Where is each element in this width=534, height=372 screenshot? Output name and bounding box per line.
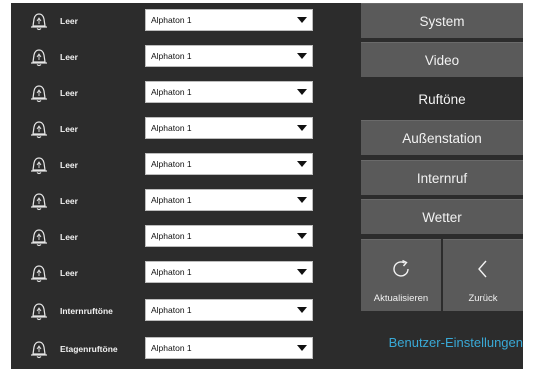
ringtone-select[interactable]: Alphaton 1: [145, 299, 313, 321]
menu-video-button[interactable]: Video: [361, 42, 523, 77]
ringtone-select-value: Alphaton 1: [151, 267, 192, 277]
caret-down-icon: [297, 197, 307, 203]
chevron-left-icon: [472, 258, 494, 285]
ringtone-select-value: Alphaton 1: [151, 51, 192, 61]
settings-screen: Leer Alphaton 1 Leer Alphaton 1 Leer Alp…: [11, 3, 523, 369]
ringtone-select-value: Alphaton 1: [151, 231, 192, 241]
ringtone-row: Leer Alphaton 1: [11, 111, 358, 147]
back-button[interactable]: Zurück: [443, 239, 523, 311]
ringtone-label: Etagenruftöne: [60, 344, 118, 354]
ringtone-select[interactable]: Alphaton 1: [145, 81, 313, 103]
menu-outdoor-station-button[interactable]: Außenstation: [361, 120, 523, 155]
bell-icon: [28, 82, 50, 104]
ringtone-label: Leer: [60, 88, 78, 98]
ringtone-select[interactable]: Alphaton 1: [145, 9, 313, 31]
bell-icon: [28, 226, 50, 248]
ringtone-select[interactable]: Alphaton 1: [145, 337, 313, 359]
ringtone-select[interactable]: Alphaton 1: [145, 153, 313, 175]
ringtone-label: Leer: [60, 268, 78, 278]
ringtone-select-value: Alphaton 1: [151, 159, 192, 169]
ringtone-select[interactable]: Alphaton 1: [145, 225, 313, 247]
bell-icon: [28, 262, 50, 284]
ringtone-select-value: Alphaton 1: [151, 123, 192, 133]
bell-icon: [28, 154, 50, 176]
bell-icon: [28, 10, 50, 32]
caret-down-icon: [297, 89, 307, 95]
caret-down-icon: [297, 125, 307, 131]
ringtone-row: Internruftöne Alphaton 1: [11, 293, 358, 329]
menu-intercom-button[interactable]: Internruf: [361, 160, 523, 195]
refresh-label: Aktualisieren: [373, 293, 429, 304]
caret-down-icon: [297, 307, 307, 313]
ringtone-select-value: Alphaton 1: [151, 87, 192, 97]
ringtone-label: Leer: [60, 232, 78, 242]
ringtone-row: Leer Alphaton 1: [11, 3, 358, 39]
ringtone-select-value: Alphaton 1: [151, 195, 192, 205]
ringtone-select-value: Alphaton 1: [151, 343, 192, 353]
bell-icon: [28, 118, 50, 140]
ringtone-label: Internruftöne: [60, 306, 113, 316]
ringtone-label: Leer: [60, 160, 78, 170]
ringtone-select[interactable]: Alphaton 1: [145, 45, 313, 67]
bell-icon: [28, 338, 50, 360]
caret-down-icon: [297, 161, 307, 167]
ringtone-select-value: Alphaton 1: [151, 15, 192, 25]
menu-ringtones-button[interactable]: Ruftöne: [361, 81, 523, 116]
ringtone-select[interactable]: Alphaton 1: [145, 117, 313, 139]
caret-down-icon: [297, 269, 307, 275]
ringtone-list: Leer Alphaton 1 Leer Alphaton 1 Leer Alp…: [11, 3, 358, 369]
bell-icon: [28, 300, 50, 322]
ringtone-select[interactable]: Alphaton 1: [145, 261, 313, 283]
menu-system-button[interactable]: System: [361, 3, 523, 38]
ringtone-row: Etagenruftöne Alphaton 1: [11, 331, 358, 367]
ringtone-row: Leer Alphaton 1: [11, 39, 358, 75]
side-menu: System Video Ruftöne Außenstation Intern…: [358, 3, 523, 369]
user-settings-link[interactable]: Benutzer-Einstellungen: [358, 317, 523, 369]
caret-down-icon: [297, 17, 307, 23]
caret-down-icon: [297, 345, 307, 351]
back-label: Zurück: [468, 293, 498, 304]
ringtone-row: Leer Alphaton 1: [11, 183, 358, 219]
ringtone-select[interactable]: Alphaton 1: [145, 189, 313, 211]
ringtone-select-value: Alphaton 1: [151, 305, 192, 315]
menu-weather-button[interactable]: Wetter: [361, 199, 523, 234]
ringtone-row: Leer Alphaton 1: [11, 147, 358, 183]
bell-icon: [28, 46, 50, 68]
caret-down-icon: [297, 53, 307, 59]
bell-icon: [28, 190, 50, 212]
ringtone-row: Leer Alphaton 1: [11, 255, 358, 291]
refresh-icon: [390, 258, 412, 285]
refresh-button[interactable]: Aktualisieren: [361, 239, 441, 311]
ringtone-label: Leer: [60, 124, 78, 134]
caret-down-icon: [297, 233, 307, 239]
ringtone-label: Leer: [60, 52, 78, 62]
ringtone-row: Leer Alphaton 1: [11, 219, 358, 255]
ringtone-label: Leer: [60, 16, 78, 26]
ringtone-label: Leer: [60, 196, 78, 206]
ringtone-row: Leer Alphaton 1: [11, 75, 358, 111]
